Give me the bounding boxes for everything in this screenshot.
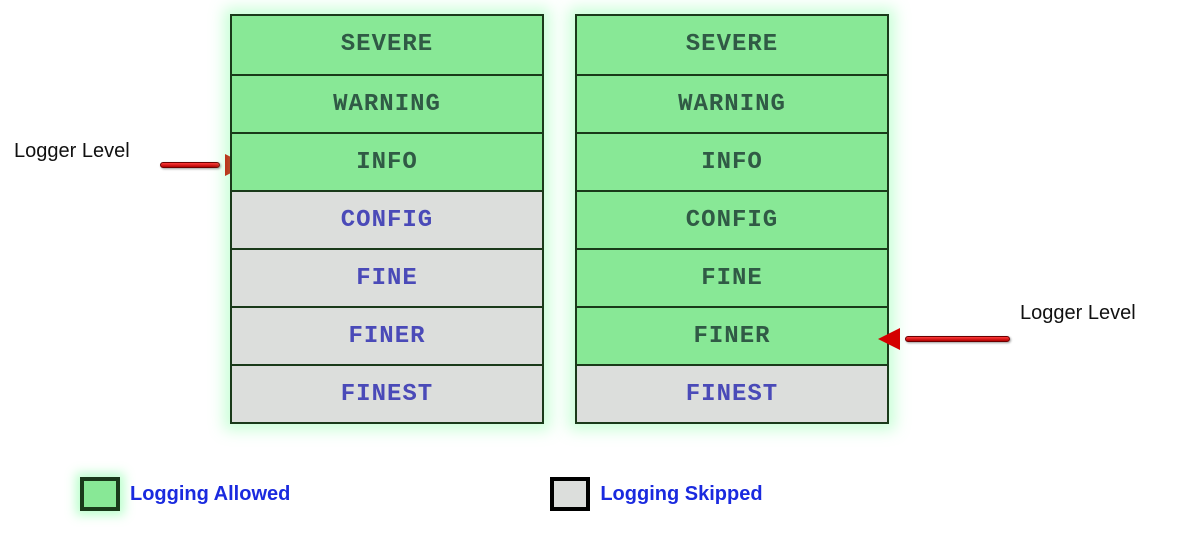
logger-level-label-right: Logger Level — [1020, 302, 1136, 325]
level-cell: INFO — [232, 132, 542, 190]
swatch-allowed-icon — [80, 477, 120, 511]
level-cell: FINE — [577, 248, 887, 306]
level-cell: CONFIG — [577, 190, 887, 248]
level-cell: SEVERE — [232, 16, 542, 74]
level-cell: CONFIG — [232, 190, 542, 248]
log-level-diagram: Logger Level SEVERE WARNING INFO CONFIG … — [0, 14, 1200, 444]
legend-label: Logging Skipped — [600, 483, 762, 506]
level-cell: FINE — [232, 248, 542, 306]
level-column-finer: SEVERE WARNING INFO CONFIG FINE FINER FI… — [575, 14, 889, 424]
legend-item-skipped: Logging Skipped — [550, 477, 762, 511]
legend-label: Logging Allowed — [130, 483, 290, 506]
level-cell: WARNING — [232, 74, 542, 132]
level-cell: FINEST — [577, 364, 887, 422]
level-cell: WARNING — [577, 74, 887, 132]
legend-item-allowed: Logging Allowed — [80, 477, 290, 511]
level-cell: FINER — [232, 306, 542, 364]
level-cell: INFO — [577, 132, 887, 190]
level-cell: FINEST — [232, 364, 542, 422]
swatch-skipped-icon — [550, 477, 590, 511]
level-column-info: SEVERE WARNING INFO CONFIG FINE FINER FI… — [230, 14, 544, 424]
level-cell: SEVERE — [577, 16, 887, 74]
legend: Logging Allowed Logging Skipped — [80, 477, 763, 511]
logger-level-label-left: Logger Level — [14, 140, 130, 163]
level-cell: FINER — [577, 306, 887, 364]
arrow-left-icon — [880, 334, 1010, 346]
